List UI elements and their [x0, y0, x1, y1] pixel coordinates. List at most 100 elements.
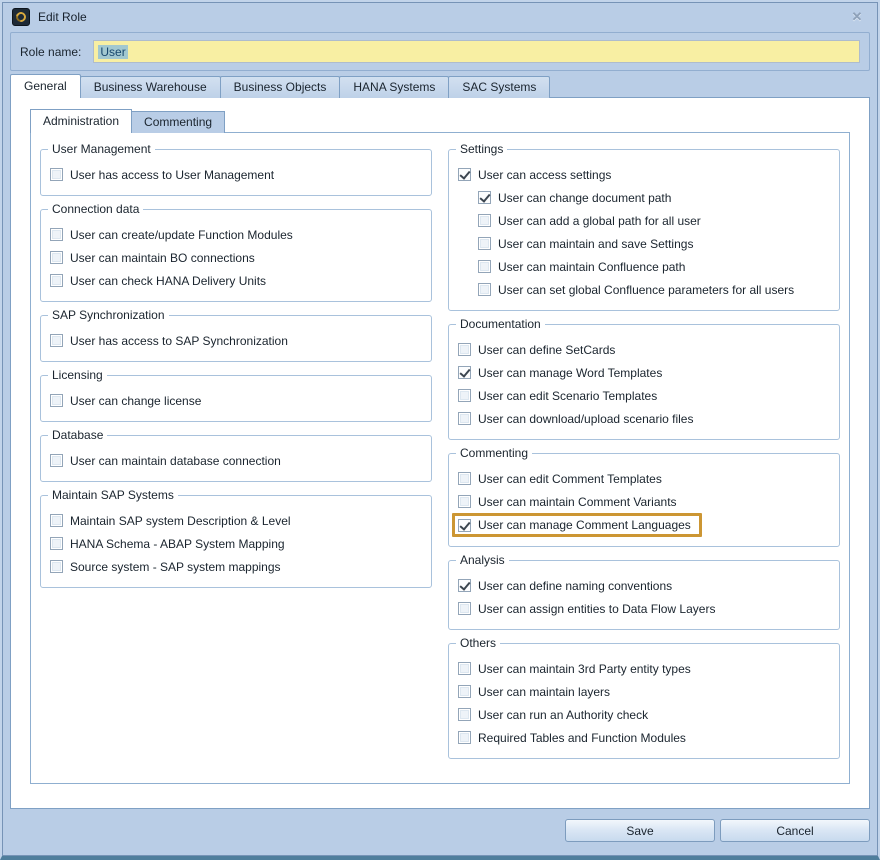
- checkbox-user-can-maintain-bo-connections[interactable]: [50, 251, 63, 264]
- checkbox-row: User can define SetCards: [458, 338, 831, 361]
- role-name-input[interactable]: User: [93, 40, 860, 63]
- checkbox-hana-schema-abap-system-mapping[interactable]: [50, 537, 63, 550]
- checkbox-maintain-sap-system-description-level[interactable]: [50, 514, 63, 527]
- checkbox-label: User can manage Comment Languages: [478, 518, 691, 532]
- checkbox-label: User can maintain BO connections: [70, 251, 255, 265]
- group-title: Commenting: [456, 446, 532, 460]
- checkbox-user-can-maintain-comment-variants[interactable]: [458, 495, 471, 508]
- checkbox-label: User can create/update Function Modules: [70, 228, 293, 242]
- checkbox-row: User can maintain layers: [458, 680, 831, 703]
- checkbox-user-can-edit-scenario-templates[interactable]: [458, 389, 471, 402]
- checkbox-row: User can maintain database connection: [50, 449, 423, 472]
- checkbox-user-can-maintain-database-connection[interactable]: [50, 454, 63, 467]
- checkbox-user-has-access-to-user-management[interactable]: [50, 168, 63, 181]
- checkbox-user-can-maintain-layers[interactable]: [458, 685, 471, 698]
- checkbox-user-can-access-settings[interactable]: [458, 168, 471, 181]
- checkbox-label: User has access to SAP Synchronization: [70, 334, 288, 348]
- checkbox-label: User can change document path: [498, 191, 671, 205]
- group-connection-data: Connection dataUser can create/update Fu…: [40, 209, 432, 302]
- checkbox-user-can-maintain-and-save-settings[interactable]: [478, 237, 491, 250]
- group-database: DatabaseUser can maintain database conne…: [40, 435, 432, 482]
- checkbox-required-tables-and-function-modules[interactable]: [458, 731, 471, 744]
- checkbox-row: User can maintain Comment Variants: [458, 490, 831, 513]
- checkbox-user-can-define-naming-conventions[interactable]: [458, 579, 471, 592]
- app-logo-icon: [12, 8, 30, 26]
- tab-administration[interactable]: Administration: [30, 109, 132, 133]
- checkbox-row: User can edit Scenario Templates: [458, 384, 831, 407]
- checkbox-label: User can maintain Confluence path: [498, 260, 685, 274]
- checkbox-row: User can maintain Confluence path: [458, 255, 831, 278]
- tab-commenting[interactable]: Commenting: [131, 111, 225, 133]
- group-title: Analysis: [456, 553, 509, 567]
- checkbox-label: User can access settings: [478, 168, 611, 182]
- checkbox-label: User can set global Confluence parameter…: [498, 283, 794, 297]
- close-icon[interactable]: ✕: [846, 7, 868, 27]
- checkbox-user-can-manage-comment-languages[interactable]: [458, 519, 471, 532]
- checkbox-row: User can access settings: [458, 163, 831, 186]
- checkbox-label: User can maintain 3rd Party entity types: [478, 662, 691, 676]
- checkbox-row: User can run an Authority check: [458, 703, 831, 726]
- checkbox-row: User can download/upload scenario files: [458, 407, 831, 430]
- checkbox-row: User can edit Comment Templates: [458, 467, 831, 490]
- checkbox-label: User can assign entities to Data Flow La…: [478, 602, 715, 616]
- column-left: User ManagementUser has access to User M…: [40, 149, 432, 767]
- role-name-label: Role name:: [20, 45, 81, 59]
- checkbox-label: Maintain SAP system Description & Level: [70, 514, 291, 528]
- checkbox-label: User can add a global path for all user: [498, 214, 701, 228]
- checkbox-user-can-define-setcards[interactable]: [458, 343, 471, 356]
- checkbox-label: User can manage Word Templates: [478, 366, 662, 380]
- checkbox-user-can-check-hana-delivery-units[interactable]: [50, 274, 63, 287]
- checkbox-user-can-add-a-global-path-for-all-user[interactable]: [478, 214, 491, 227]
- tab-business-warehouse[interactable]: Business Warehouse: [80, 76, 221, 98]
- checkbox-row: User can check HANA Delivery Units: [50, 269, 423, 292]
- dialog-button-bar: Save Cancel: [565, 819, 870, 842]
- checkbox-row: User can maintain 3rd Party entity types: [458, 657, 831, 680]
- checkbox-row: Required Tables and Function Modules: [458, 726, 831, 749]
- checkbox-user-can-create-update-function-modules[interactable]: [50, 228, 63, 241]
- group-documentation: DocumentationUser can define SetCardsUse…: [448, 324, 840, 440]
- cancel-button[interactable]: Cancel: [720, 819, 870, 842]
- group-title: Others: [456, 636, 500, 650]
- checkbox-source-system-sap-system-mappings[interactable]: [50, 560, 63, 573]
- group-title: Connection data: [48, 202, 143, 216]
- checkbox-user-can-change-document-path[interactable]: [478, 191, 491, 204]
- checkbox-user-can-change-license[interactable]: [50, 394, 63, 407]
- checkbox-label: User can maintain and save Settings: [498, 237, 693, 251]
- checkbox-user-can-download-upload-scenario-files[interactable]: [458, 412, 471, 425]
- column-right: SettingsUser can access settingsUser can…: [448, 149, 840, 767]
- group-settings: SettingsUser can access settingsUser can…: [448, 149, 840, 311]
- checkbox-user-can-run-an-authority-check[interactable]: [458, 708, 471, 721]
- checkbox-label: User can edit Comment Templates: [478, 472, 662, 486]
- highlight-box: User can manage Comment Languages: [452, 513, 702, 537]
- tab-hana-systems[interactable]: HANA Systems: [339, 76, 449, 98]
- checkbox-label: User can run an Authority check: [478, 708, 648, 722]
- group-title: Licensing: [48, 368, 107, 382]
- group-user-management: User ManagementUser has access to User M…: [40, 149, 432, 196]
- checkbox-user-can-manage-word-templates[interactable]: [458, 366, 471, 379]
- tab-sac-systems[interactable]: SAC Systems: [448, 76, 550, 98]
- tab-business-objects[interactable]: Business Objects: [220, 76, 341, 98]
- save-button[interactable]: Save: [565, 819, 715, 842]
- window-title: Edit Role: [38, 10, 87, 24]
- checkbox-row: User can manage Word Templates: [458, 361, 831, 384]
- checkbox-user-can-set-global-confluence-parameters-for-all-users[interactable]: [478, 283, 491, 296]
- checkbox-label: User can change license: [70, 394, 201, 408]
- checkbox-label: User has access to User Management: [70, 168, 274, 182]
- edit-role-dialog: Edit Role ✕ Role name: User GeneralBusin…: [0, 0, 880, 860]
- checkbox-row: User has access to SAP Synchronization: [50, 329, 423, 352]
- checkbox-user-can-maintain-confluence-path[interactable]: [478, 260, 491, 273]
- checkbox-label: User can maintain Comment Variants: [478, 495, 677, 509]
- group-others: OthersUser can maintain 3rd Party entity…: [448, 643, 840, 759]
- checkbox-row: User can manage Comment Languages: [458, 513, 831, 537]
- group-title: Maintain SAP Systems: [48, 488, 178, 502]
- checkbox-row: HANA Schema - ABAP System Mapping: [50, 532, 423, 555]
- checkbox-user-can-maintain-3rd-party-entity-types[interactable]: [458, 662, 471, 675]
- group-commenting: CommentingUser can edit Comment Template…: [448, 453, 840, 547]
- checkbox-user-can-edit-comment-templates[interactable]: [458, 472, 471, 485]
- checkbox-row: User can assign entities to Data Flow La…: [458, 597, 831, 620]
- group-title: User Management: [48, 142, 155, 156]
- checkbox-user-has-access-to-sap-synchronization[interactable]: [50, 334, 63, 347]
- checkbox-user-can-assign-entities-to-data-flow-layers[interactable]: [458, 602, 471, 615]
- tab-general[interactable]: General: [10, 74, 81, 98]
- checkbox-row: User can maintain and save Settings: [458, 232, 831, 255]
